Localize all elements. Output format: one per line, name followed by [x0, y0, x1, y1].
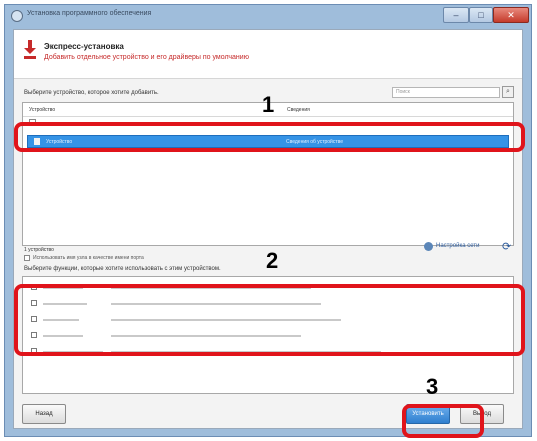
network-icon: [424, 242, 433, 251]
install-highlight: [402, 404, 484, 438]
device-section-label: Выберите устройство, которое хотите доба…: [24, 90, 159, 96]
installer-window: Установка программного обеспечения – □ ✕…: [4, 4, 532, 437]
port-name-label: Использовать имя узла в качестве имени п…: [33, 255, 144, 261]
back-button[interactable]: Назад: [22, 404, 66, 424]
function-section-label: Выберите функции, которые хотите использ…: [24, 266, 221, 272]
maximize-button[interactable]: □: [469, 7, 493, 23]
refresh-icon[interactable]: ⟳: [502, 240, 511, 253]
title-bar: Установка программного обеспечения – □ ✕: [5, 5, 531, 27]
page-title: Экспресс-установка: [44, 42, 124, 51]
column-details[interactable]: Сведения: [287, 107, 310, 113]
network-settings-link[interactable]: Настройка сети: [436, 243, 479, 249]
function-highlight: [14, 284, 525, 356]
installer-body: Экспресс-установка Добавить отдельное ус…: [13, 29, 523, 429]
download-icon: [24, 40, 36, 59]
port-name-checkbox[interactable]: [24, 255, 30, 261]
search-icon[interactable]: ⌕: [502, 86, 514, 98]
close-button[interactable]: ✕: [493, 7, 529, 23]
app-icon: [11, 10, 23, 22]
callout-3: 3: [426, 374, 439, 399]
search-input[interactable]: Поиск: [392, 87, 500, 98]
page-header: Экспресс-установка Добавить отдельное ус…: [14, 30, 522, 79]
device-count: 1 устройство: [24, 247, 54, 253]
page-subtitle: Добавить отдельное устройство и его драй…: [44, 54, 249, 61]
callout-1: 1: [262, 92, 275, 117]
column-device[interactable]: Устройство: [29, 107, 55, 113]
window-title: Установка программного обеспечения: [27, 10, 152, 17]
callout-2: 2: [266, 248, 279, 273]
minimize-button[interactable]: –: [443, 7, 469, 23]
device-highlight: [14, 122, 525, 152]
